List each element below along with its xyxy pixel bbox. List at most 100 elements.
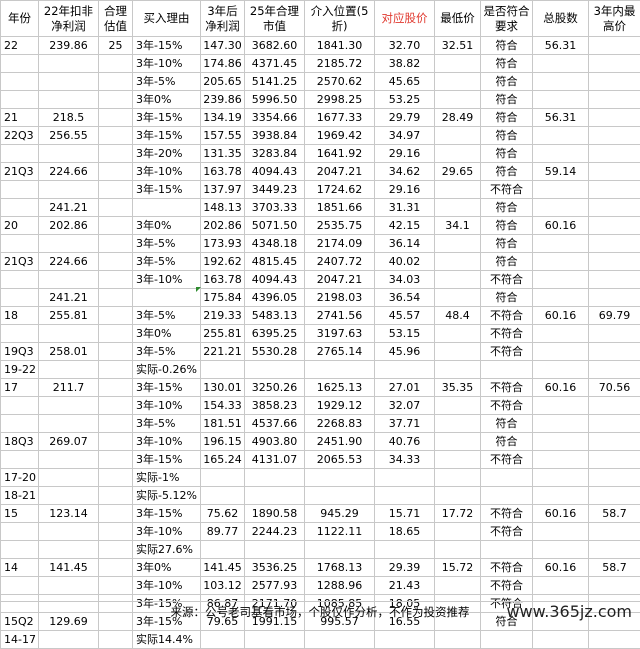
cell-lowest-price [435, 541, 481, 559]
cell-total-shares [533, 541, 589, 559]
cell-market-value-25: 4348.18 [245, 235, 305, 253]
cell-net-profit-3y: 181.51 [201, 415, 245, 433]
cell-net-profit-22 [39, 631, 99, 649]
cell-stock-price [375, 487, 435, 505]
table-row: 3年-5%173.934348.182174.0936.14符合 [1, 235, 640, 253]
cell-meets-requirement: 不符合 [481, 559, 533, 577]
cell-highest-price-3y [589, 163, 640, 181]
cell-market-value-25: 3354.66 [245, 109, 305, 127]
cell-entry-position: 2535.75 [305, 217, 375, 235]
cell-net-profit-22: 255.81 [39, 307, 99, 325]
table-body: 年份 22年扣非净利润 合理估值 买入理由 3年后净利润 25年合理市值 介入位… [1, 1, 640, 649]
cell-stock-price [375, 469, 435, 487]
cell-year: 21Q3 [1, 253, 39, 271]
cell-market-value-25: 5141.25 [245, 73, 305, 91]
cell-lowest-price [435, 91, 481, 109]
cell-market-value-25: 4815.45 [245, 253, 305, 271]
cell-valuation [99, 433, 133, 451]
table-row: 18-21实际-5.12% [1, 487, 640, 505]
cell-entry-position [305, 487, 375, 505]
table-row: 3年-5%205.655141.252570.6245.65符合 [1, 73, 640, 91]
cell-valuation [99, 397, 133, 415]
cell-meets-requirement: 符合 [481, 127, 533, 145]
table-row: 17-20实际-1% [1, 469, 640, 487]
cell-net-profit-22: 141.45 [39, 559, 99, 577]
cell-entry-position: 2185.72 [305, 55, 375, 73]
cell-market-value-25: 1890.58 [245, 505, 305, 523]
cell-total-shares: 60.16 [533, 559, 589, 577]
cell-market-value-25: 3283.84 [245, 145, 305, 163]
cell-entry-position: 1929.12 [305, 397, 375, 415]
cell-net-profit-22 [39, 325, 99, 343]
cell-net-profit-22: 256.55 [39, 127, 99, 145]
cell-market-value-25: 2244.23 [245, 523, 305, 541]
cell-year [1, 523, 39, 541]
cell-stock-price: 36.54 [375, 289, 435, 307]
cell-highest-price-3y [589, 577, 640, 595]
cell-meets-requirement: 符合 [481, 199, 533, 217]
cell-highest-price-3y: 69.79 [589, 307, 640, 325]
cell-valuation [99, 505, 133, 523]
cell-highest-price-3y [589, 541, 640, 559]
cell-net-profit-3y: 89.77 [201, 523, 245, 541]
cell-meets-requirement: 符合 [481, 145, 533, 163]
cell-lowest-price [435, 487, 481, 505]
cell-meets-requirement: 不符合 [481, 397, 533, 415]
cell-valuation [99, 415, 133, 433]
cell-total-shares [533, 325, 589, 343]
table-row: 实际27.6% [1, 541, 640, 559]
cell-lowest-price [435, 523, 481, 541]
cell-entry-position: 1724.62 [305, 181, 375, 199]
table-row: 20202.863年0%202.865071.502535.7542.1534.… [1, 217, 640, 235]
cell-highest-price-3y [589, 55, 640, 73]
cell-total-shares [533, 487, 589, 505]
cell-valuation [99, 127, 133, 145]
cell-stock-price: 34.33 [375, 451, 435, 469]
cell-lowest-price: 48.4 [435, 307, 481, 325]
cell-meets-requirement: 不符合 [481, 505, 533, 523]
cell-market-value-25: 4537.66 [245, 415, 305, 433]
cell-lowest-price [435, 325, 481, 343]
cell-highest-price-3y [589, 109, 640, 127]
table-row: 241.21148.133703.331851.6631.31符合 [1, 199, 640, 217]
cell-market-value-25: 3938.84 [245, 127, 305, 145]
cell-net-profit-3y: 174.86 [201, 55, 245, 73]
cell-total-shares: 60.16 [533, 379, 589, 397]
cell-buy-reason [133, 289, 201, 307]
cell-entry-position: 1641.92 [305, 145, 375, 163]
table-row: 15123.143年-15%75.621890.58945.2915.7117.… [1, 505, 640, 523]
cell-net-profit-3y: 137.97 [201, 181, 245, 199]
cell-net-profit-22 [39, 451, 99, 469]
cell-entry-position: 2174.09 [305, 235, 375, 253]
table-row: 3年-10%174.864371.452185.7238.82符合 [1, 55, 640, 73]
cell-net-profit-3y: 147.30 [201, 37, 245, 55]
cell-comment-marker-icon [196, 287, 201, 292]
cell-entry-position: 2451.90 [305, 433, 375, 451]
cell-net-profit-22 [39, 145, 99, 163]
cell-market-value-25: 5483.13 [245, 307, 305, 325]
cell-buy-reason: 实际-5.12% [133, 487, 201, 505]
cell-highest-price-3y: 70.56 [589, 379, 640, 397]
table-row: 21Q3224.663年-10%163.784094.432047.2134.6… [1, 163, 640, 181]
cell-entry-position: 1851.66 [305, 199, 375, 217]
cell-year: 20 [1, 217, 39, 235]
cell-entry-position: 2407.72 [305, 253, 375, 271]
header-row: 年份 22年扣非净利润 合理估值 买入理由 3年后净利润 25年合理市值 介入位… [1, 1, 640, 37]
cell-stock-price: 29.39 [375, 559, 435, 577]
cell-market-value-25: 6395.25 [245, 325, 305, 343]
cell-buy-reason: 3年-10% [133, 163, 201, 181]
cell-market-value-25 [245, 361, 305, 379]
table-row: 18255.813年-5%219.335483.132741.5645.5748… [1, 307, 640, 325]
cell-stock-price: 53.15 [375, 325, 435, 343]
cell-stock-price: 40.76 [375, 433, 435, 451]
cell-valuation [99, 91, 133, 109]
cell-stock-price: 34.62 [375, 163, 435, 181]
cell-market-value-25: 5071.50 [245, 217, 305, 235]
cell-entry-position [305, 631, 375, 649]
cell-stock-price [375, 361, 435, 379]
table-row: 14141.453年0%141.453536.251768.1329.3915.… [1, 559, 640, 577]
cell-total-shares [533, 577, 589, 595]
cell-entry-position: 3197.63 [305, 325, 375, 343]
cell-highest-price-3y [589, 181, 640, 199]
cell-highest-price-3y [589, 361, 640, 379]
